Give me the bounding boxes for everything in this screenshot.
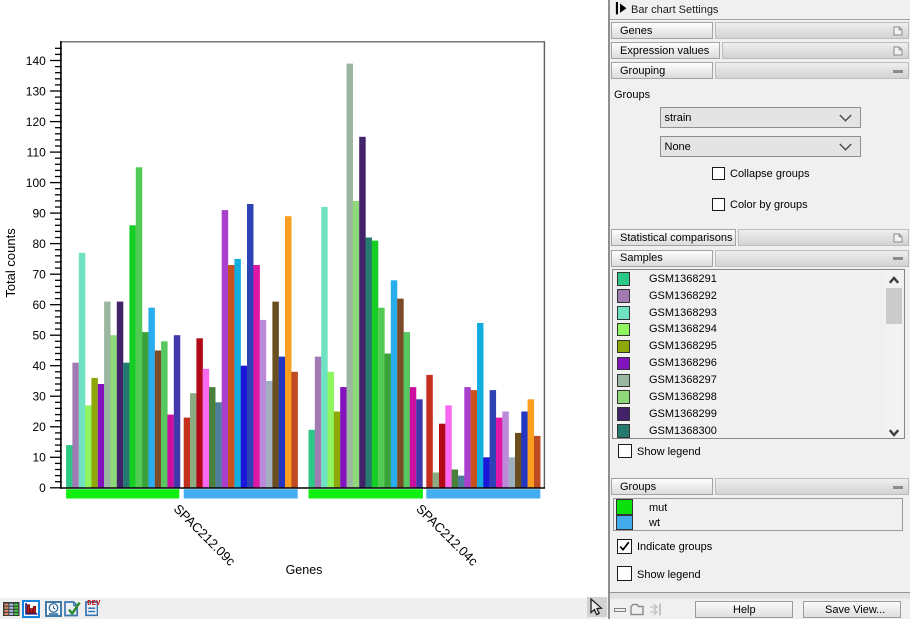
svg-text:110: 110 — [27, 145, 46, 159]
svg-text:20: 20 — [32, 420, 46, 434]
svg-text:140: 140 — [26, 54, 46, 68]
svg-text:30: 30 — [32, 390, 46, 404]
svg-text:80: 80 — [32, 237, 46, 251]
svg-text:Genes: Genes — [286, 563, 323, 577]
svg-text:70: 70 — [32, 268, 46, 282]
svg-text:0: 0 — [39, 481, 46, 495]
svg-text:10: 10 — [32, 451, 46, 465]
svg-text:90: 90 — [32, 206, 46, 220]
svg-text:Total counts: Total counts — [3, 228, 18, 298]
svg-text:50: 50 — [32, 329, 46, 343]
svg-text:40: 40 — [32, 359, 46, 373]
svg-text:100: 100 — [26, 176, 46, 190]
svg-text:120: 120 — [26, 115, 46, 129]
svg-text:130: 130 — [26, 84, 46, 98]
svg-text:60: 60 — [32, 298, 46, 312]
